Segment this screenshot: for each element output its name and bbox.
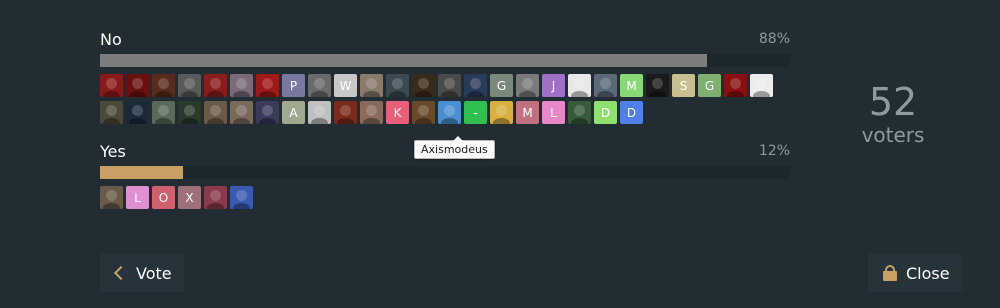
chevron-left-icon bbox=[113, 265, 129, 281]
voter-avatar[interactable] bbox=[152, 101, 175, 124]
voter-avatar[interactable] bbox=[308, 101, 331, 124]
result-bar-fill bbox=[100, 54, 708, 67]
voter-avatar[interactable] bbox=[152, 74, 175, 97]
lock-icon bbox=[883, 265, 897, 281]
voter-avatar[interactable]: J bbox=[542, 74, 565, 97]
voter-avatar[interactable] bbox=[204, 74, 227, 97]
voter-avatar[interactable] bbox=[126, 74, 149, 97]
voter-avatar[interactable] bbox=[750, 74, 773, 97]
voter-avatar[interactable]: A bbox=[282, 101, 305, 124]
voter-avatar[interactable] bbox=[230, 186, 253, 209]
voter-avatar[interactable]: S bbox=[672, 74, 695, 97]
voter-avatar[interactable] bbox=[178, 74, 201, 97]
voter-avatar[interactable] bbox=[100, 74, 123, 97]
voter-count: 52 bbox=[868, 80, 918, 124]
voter-avatars: LOX bbox=[100, 186, 780, 213]
voter-avatar[interactable]: M bbox=[516, 101, 539, 124]
vote-button[interactable]: Vote bbox=[100, 254, 184, 292]
option-percent: 12% bbox=[758, 143, 790, 159]
voter-avatar[interactable] bbox=[230, 101, 253, 124]
voter-avatar[interactable] bbox=[204, 186, 227, 209]
voter-avatar[interactable] bbox=[100, 186, 123, 209]
voter-avatar[interactable] bbox=[230, 74, 253, 97]
voter-avatar[interactable] bbox=[568, 74, 591, 97]
option-label: Yes bbox=[100, 142, 126, 161]
voter-avatar[interactable]: O bbox=[152, 186, 175, 209]
result-bar bbox=[100, 54, 790, 67]
option-header: No 88% bbox=[100, 28, 790, 50]
voter-avatar[interactable]: X bbox=[178, 186, 201, 209]
option-percent: 88% bbox=[758, 31, 790, 47]
result-bar bbox=[100, 166, 790, 179]
voter-avatar[interactable] bbox=[386, 74, 409, 97]
voter-label: voters bbox=[861, 123, 925, 147]
voter-avatar[interactable]: D bbox=[620, 101, 643, 124]
option-label: No bbox=[100, 30, 122, 49]
voter-avatar[interactable] bbox=[360, 74, 383, 97]
voter-avatar[interactable] bbox=[412, 74, 435, 97]
voter-avatar[interactable] bbox=[438, 74, 461, 97]
voter-avatar[interactable] bbox=[594, 74, 617, 97]
voter-avatar[interactable]: L bbox=[126, 186, 149, 209]
voter-avatar[interactable]: D bbox=[594, 101, 617, 124]
voter-avatar[interactable]: K bbox=[386, 101, 409, 124]
voter-avatar[interactable] bbox=[126, 101, 149, 124]
voter-avatar[interactable]: - bbox=[464, 101, 487, 124]
voter-avatar[interactable]: W bbox=[334, 74, 357, 97]
voter-avatar[interactable] bbox=[178, 101, 201, 124]
vote-button-label: Vote bbox=[136, 263, 172, 283]
option-no: No 88% PWGJMSGAK-MLDD bbox=[100, 28, 790, 128]
voter-avatars: PWGJMSGAK-MLDD bbox=[100, 74, 780, 128]
voter-avatar[interactable] bbox=[308, 74, 331, 97]
voter-avatar[interactable] bbox=[360, 101, 383, 124]
close-button-label: Close bbox=[906, 263, 950, 283]
voter-avatar[interactable] bbox=[516, 74, 539, 97]
close-poll-button[interactable]: Close bbox=[868, 254, 962, 292]
voter-avatar[interactable] bbox=[256, 101, 279, 124]
avatar-tooltip: Axismodeus bbox=[414, 136, 495, 159]
voter-avatar[interactable]: G bbox=[698, 74, 721, 97]
voter-avatar[interactable]: M bbox=[620, 74, 643, 97]
voter-avatar[interactable] bbox=[334, 101, 357, 124]
voter-avatar[interactable] bbox=[490, 101, 513, 124]
voter-avatar[interactable]: G bbox=[490, 74, 513, 97]
voter-avatar[interactable] bbox=[568, 101, 591, 124]
voter-avatar[interactable] bbox=[256, 74, 279, 97]
voter-avatar[interactable] bbox=[646, 74, 669, 97]
poll-results: No 88% PWGJMSGAK-MLDD Yes 12% LOX bbox=[100, 28, 790, 213]
result-bar-fill bbox=[100, 166, 183, 179]
voter-avatar[interactable] bbox=[204, 101, 227, 124]
voter-avatar[interactable]: P bbox=[282, 74, 305, 97]
voter-summary: 52 voters bbox=[848, 80, 938, 146]
voter-avatar[interactable] bbox=[464, 74, 487, 97]
voter-avatar[interactable]: L bbox=[542, 101, 565, 124]
voter-avatar[interactable] bbox=[412, 101, 435, 124]
voter-avatar[interactable] bbox=[100, 101, 123, 124]
voter-avatar[interactable] bbox=[438, 101, 461, 124]
voter-avatar[interactable] bbox=[724, 74, 747, 97]
